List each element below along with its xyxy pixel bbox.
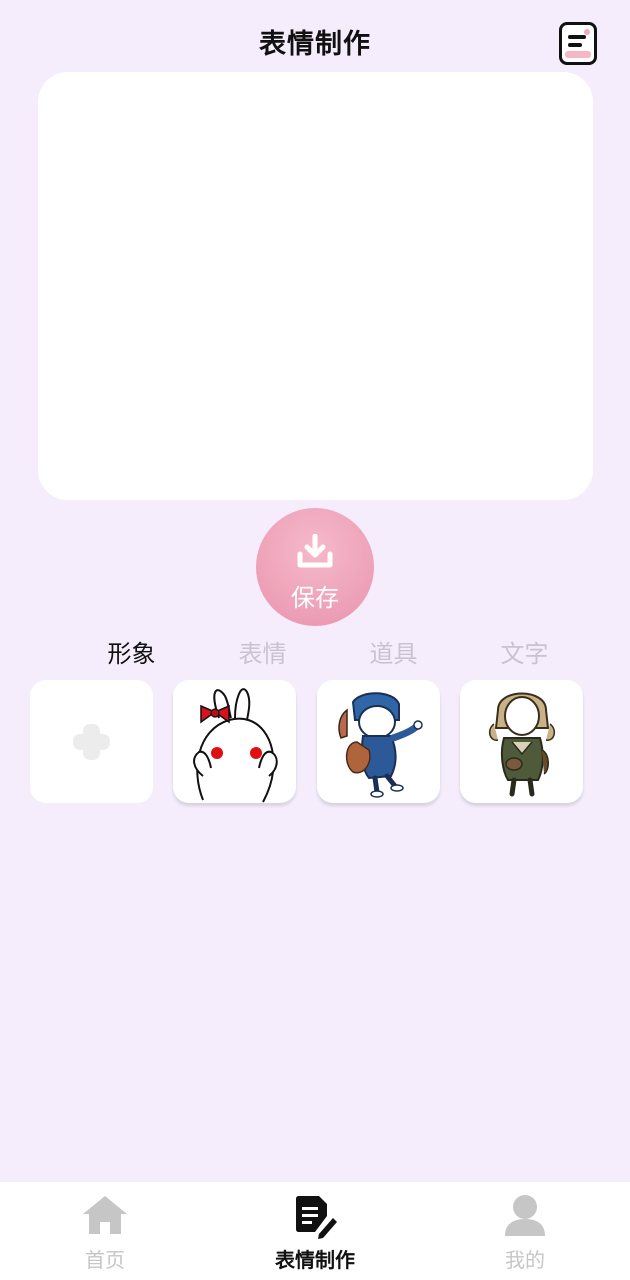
plus-icon <box>73 724 110 760</box>
character-rabbit[interactable] <box>173 680 296 803</box>
save-button[interactable]: 保存 <box>256 508 374 626</box>
nav-mine[interactable]: 我的 <box>420 1192 630 1273</box>
sticker-canvas[interactable] <box>38 72 593 500</box>
tab-expression[interactable]: 表情 <box>197 634 328 669</box>
nav-home[interactable]: 首页 <box>0 1192 210 1273</box>
edit-document-icon <box>296 1196 337 1239</box>
nav-home-label: 首页 <box>85 1248 125 1272</box>
bottom-nav: 首页 表情制作 我的 <box>0 1182 630 1280</box>
home-icon <box>83 1196 127 1234</box>
blue-hooded-kid-character <box>338 692 423 798</box>
character-grid <box>30 680 590 804</box>
nav-sticker-maker-label: 表情制作 <box>275 1248 355 1272</box>
menu-list-icon[interactable] <box>559 22 597 65</box>
rabbit-bow-character <box>193 688 278 803</box>
download-icon <box>297 534 333 568</box>
page-title: 表情制作 <box>259 29 371 60</box>
category-tabs: 形象 表情 道具 文字 <box>66 634 590 669</box>
nav-mine-label: 我的 <box>505 1248 545 1272</box>
character-detective[interactable] <box>460 680 583 803</box>
nav-sticker-maker[interactable]: 表情制作 <box>210 1192 420 1273</box>
detective-hat-character <box>488 692 556 797</box>
save-button-label: 保存 <box>291 584 339 612</box>
user-icon <box>505 1195 545 1236</box>
character-hooded-kid[interactable] <box>317 680 440 803</box>
tab-text[interactable]: 文字 <box>459 634 590 669</box>
tab-avatar[interactable]: 形象 <box>66 634 197 669</box>
add-character-button[interactable] <box>30 680 153 803</box>
tab-props[interactable]: 道具 <box>328 634 459 669</box>
